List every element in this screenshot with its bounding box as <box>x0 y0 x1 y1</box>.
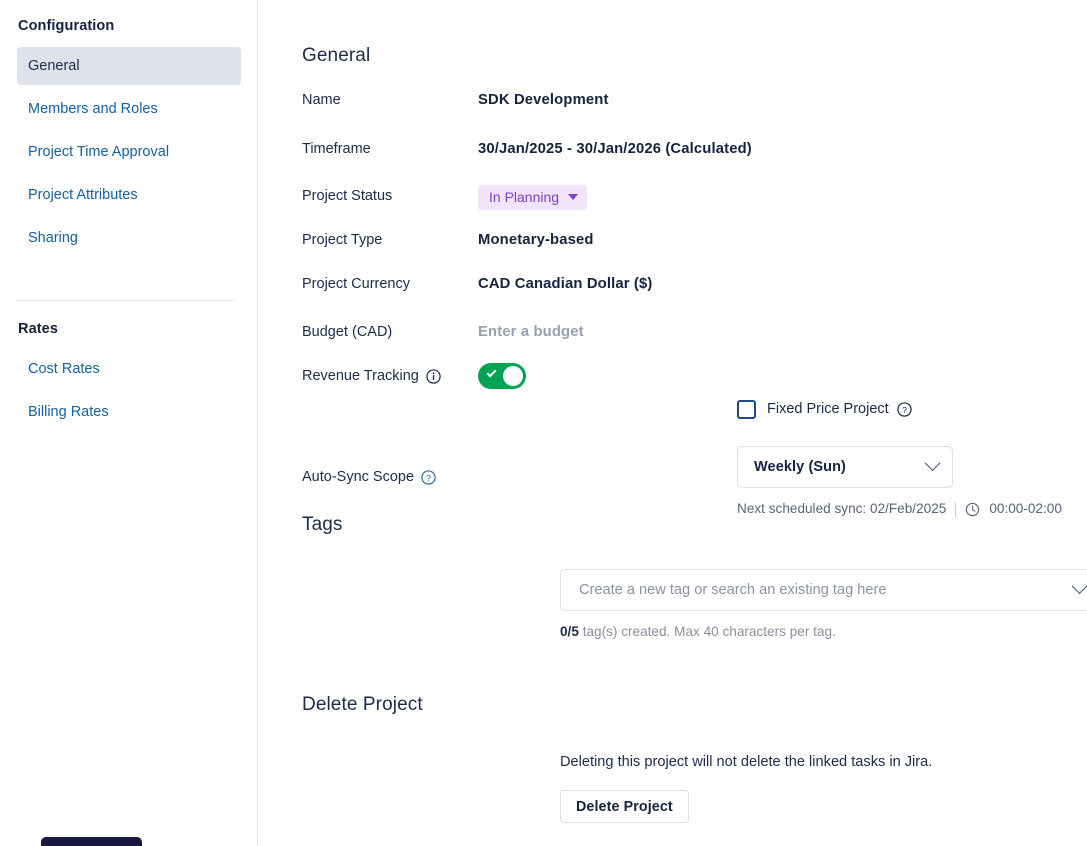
field-row-name: Name SDK Development <box>302 89 1087 111</box>
sidebar-item-label: Project Time Approval <box>28 144 169 160</box>
field-label-budget: Budget (CAD) <box>302 321 478 343</box>
field-row-project-currency: Project Currency CAD Canadian Dollar ($) <box>302 273 1087 295</box>
sidebar-item-project-attributes[interactable]: Project Attributes <box>17 176 241 214</box>
fixed-price-checkbox-row: Fixed Price Project ? <box>737 399 912 419</box>
bottom-floating-button[interactable] <box>41 837 142 846</box>
svg-text:?: ? <box>902 404 907 414</box>
toggle-knob <box>503 366 523 386</box>
revenue-tracking-toggle[interactable] <box>478 363 526 389</box>
auto-sync-scope-value: Weekly (Sun) <box>754 459 846 475</box>
chevron-down-icon <box>925 455 941 471</box>
sidebar-item-label: General <box>28 58 80 74</box>
fixed-price-label-text: Fixed Price Project <box>767 399 889 419</box>
section-title-tags: Tags <box>302 515 343 534</box>
sidebar-item-members-and-roles[interactable]: Members and Roles <box>17 90 241 128</box>
sidebar-item-sharing[interactable]: Sharing <box>17 219 241 257</box>
delete-project-button-label: Delete Project <box>576 799 673 815</box>
field-value-project-currency: CAD Canadian Dollar ($) <box>478 273 652 295</box>
field-label-project-currency: Project Currency <box>302 273 478 295</box>
clock-icon <box>965 502 980 517</box>
field-label-project-type: Project Type <box>302 229 478 251</box>
field-value-timeframe[interactable]: 30/Jan/2025 - 30/Jan/2026 (Calculated) <box>478 138 752 160</box>
sidebar-item-cost-rates[interactable]: Cost Rates <box>17 350 241 388</box>
tag-search-input[interactable]: Create a new tag or search an existing t… <box>560 569 1087 611</box>
tag-count-hint: 0/5 tag(s) created. Max 40 characters pe… <box>560 623 836 641</box>
next-sync-date: Next scheduled sync: 02/Feb/2025 <box>737 500 946 518</box>
sidebar-divider <box>17 300 235 301</box>
field-label-revenue-tracking: Revenue Tracking <box>302 365 478 387</box>
next-sync-time: 00:00-02:00 <box>989 500 1062 518</box>
fixed-price-label: Fixed Price Project ? <box>767 399 912 419</box>
main-content: General Name SDK Development Timeframe 3… <box>258 0 1087 846</box>
divider <box>955 502 956 517</box>
chevron-down-icon <box>568 194 578 200</box>
app-root: Configuration General Members and Roles … <box>0 0 1087 846</box>
field-row-revenue-tracking: Revenue Tracking <box>302 363 1087 389</box>
help-icon[interactable]: ? <box>897 402 912 417</box>
section-title-delete-project: Delete Project <box>302 695 423 714</box>
sidebar-item-project-time-approval[interactable]: Project Time Approval <box>17 133 241 171</box>
sidebar-item-billing-rates[interactable]: Billing Rates <box>17 393 241 431</box>
page-title-general: General <box>302 46 370 65</box>
sidebar-item-label: Members and Roles <box>28 101 158 117</box>
sidebar-nav-rates: Cost Rates Billing Rates <box>0 350 258 436</box>
field-row-auto-sync-scope: Auto-Sync Scope ? <box>302 456 1087 498</box>
sidebar-item-general[interactable]: General <box>17 47 241 85</box>
budget-input[interactable]: Enter a budget <box>478 321 584 343</box>
field-value-project-type: Monetary-based <box>478 229 594 251</box>
info-icon[interactable] <box>426 369 441 384</box>
field-row-timeframe: Timeframe 30/Jan/2025 - 30/Jan/2026 (Cal… <box>302 138 1087 160</box>
fixed-price-checkbox[interactable] <box>737 400 756 419</box>
auto-sync-label-text: Auto-Sync Scope <box>302 466 414 488</box>
field-value-name[interactable]: SDK Development <box>478 89 609 111</box>
field-row-project-type: Project Type Monetary-based <box>302 229 1087 251</box>
tag-hint-text: tag(s) created. Max 40 characters per ta… <box>583 624 836 639</box>
sidebar-heading-configuration: Configuration <box>0 19 114 34</box>
svg-text:?: ? <box>426 472 431 482</box>
sidebar-item-label: Billing Rates <box>28 404 109 420</box>
tag-count: 0/5 <box>560 624 579 639</box>
next-sync-note: Next scheduled sync: 02/Feb/2025 00:00-0… <box>737 500 1062 518</box>
field-label-auto-sync-scope: Auto-Sync Scope ? <box>302 466 478 488</box>
delete-project-description: Deleting this project will not delete th… <box>560 752 932 772</box>
field-label-project-status: Project Status <box>302 185 478 207</box>
sidebar-heading-rates: Rates <box>18 322 58 337</box>
settings-sidebar: Configuration General Members and Roles … <box>0 0 258 846</box>
field-label-timeframe: Timeframe <box>302 138 478 160</box>
help-icon[interactable]: ? <box>421 470 436 485</box>
chevron-down-icon <box>1072 578 1087 594</box>
check-icon <box>487 368 497 378</box>
status-badge-project-status[interactable]: In Planning <box>478 185 587 210</box>
sidebar-item-label: Project Attributes <box>28 187 138 203</box>
delete-project-button[interactable]: Delete Project <box>560 790 689 823</box>
sidebar-item-label: Cost Rates <box>28 361 100 377</box>
sidebar-nav-configuration: General Members and Roles Project Time A… <box>0 47 258 262</box>
field-row-budget: Budget (CAD) Enter a budget <box>302 321 1087 343</box>
auto-sync-scope-select[interactable]: Weekly (Sun) <box>737 446 953 488</box>
sidebar-item-label: Sharing <box>28 230 78 246</box>
field-row-project-status: Project Status In Planning <box>302 185 1087 207</box>
field-label-name: Name <box>302 89 478 111</box>
status-badge-label: In Planning <box>489 189 559 205</box>
tag-input-placeholder: Create a new tag or search an existing t… <box>579 582 886 598</box>
revenue-tracking-label-text: Revenue Tracking <box>302 365 419 387</box>
